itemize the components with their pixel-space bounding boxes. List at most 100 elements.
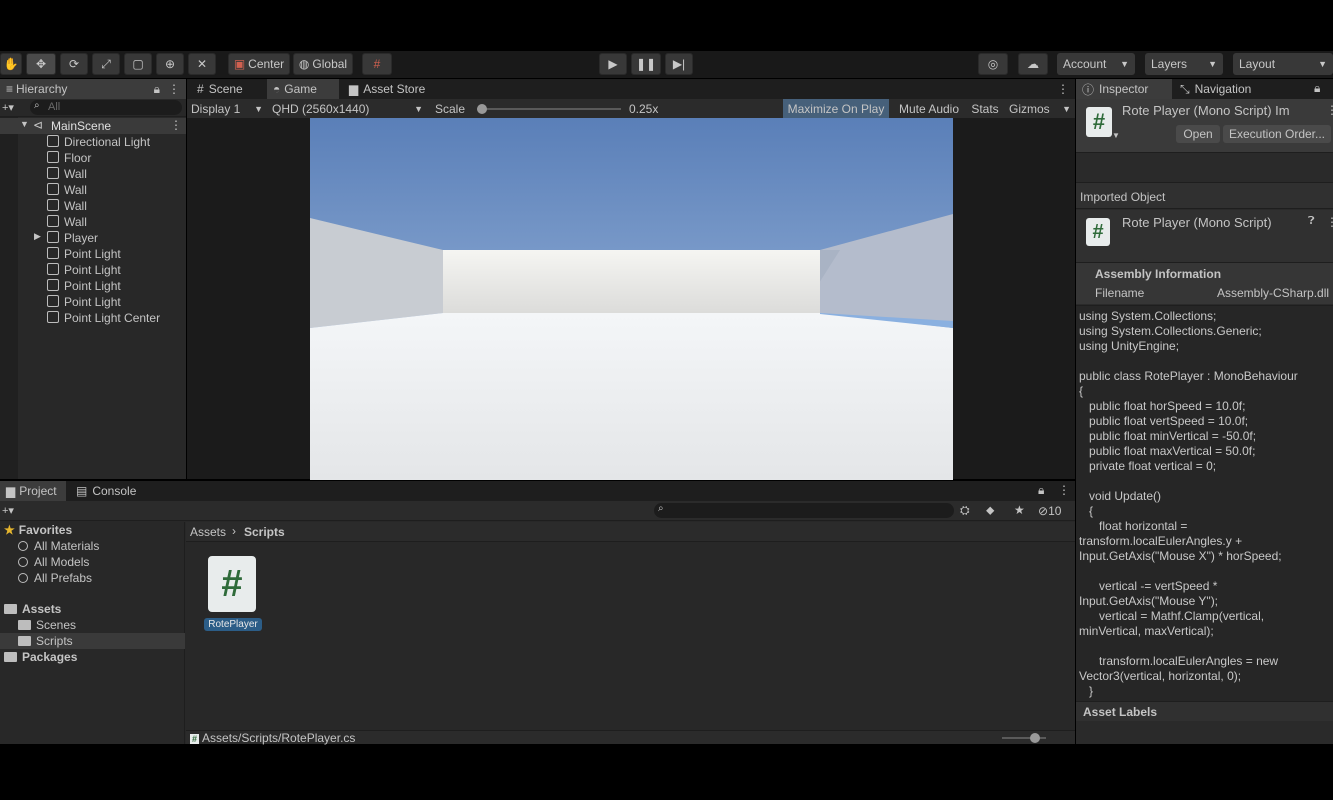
transform-tool-button[interactable]: ⊕ xyxy=(156,53,184,75)
hierarchy-item[interactable]: Point Light xyxy=(0,278,186,294)
hierarchy-item[interactable]: Wall xyxy=(0,198,186,214)
breadcrumb-assets[interactable]: Assets xyxy=(190,525,226,539)
add-dropdown-icon[interactable]: +▾ xyxy=(2,101,14,114)
favorite-item[interactable]: All Prefabs xyxy=(18,571,92,585)
star-icon: ★ xyxy=(4,523,15,537)
scene-row[interactable]: ▼ ⊲ MainScene ⋮ xyxy=(0,118,186,134)
snap-button[interactable]: # xyxy=(362,53,392,75)
hierarchy-item-label: Point Light xyxy=(64,279,121,293)
star-icon[interactable]: ★ xyxy=(1014,503,1025,517)
hierarchy-item[interactable]: Point Light xyxy=(0,294,186,310)
resolution-dropdown[interactable]: QHD (2560x1440) ▼ xyxy=(269,99,427,118)
scale-slider[interactable] xyxy=(477,104,621,114)
move-tool-button[interactable]: ✥ xyxy=(26,53,56,75)
open-button[interactable]: Open xyxy=(1176,125,1220,143)
hierarchy-item[interactable]: Directional Light xyxy=(0,134,186,150)
packages-folder-row[interactable]: Packages xyxy=(4,650,77,664)
kebab-menu-icon[interactable]: ⋮ xyxy=(168,82,180,96)
hierarchy-item[interactable]: Wall xyxy=(0,182,186,198)
play-button[interactable]: ▶ xyxy=(599,53,627,75)
tab-hierarchy[interactable]: ≡ Hierarchy 🔒︎ ⋮ xyxy=(0,79,186,99)
kebab-menu-icon[interactable]: ⋮ xyxy=(1326,103,1333,117)
tab-console[interactable]: ▤ Console xyxy=(70,481,146,501)
add-dropdown-icon[interactable]: +▾ xyxy=(2,504,14,517)
pivot-center-button[interactable]: ▣ Center xyxy=(228,53,290,75)
gizmos-dropdown[interactable]: Gizmos ▼ xyxy=(1005,99,1073,118)
layers-dropdown[interactable]: Layers ▼ xyxy=(1145,53,1223,75)
kebab-menu-icon[interactable]: ⋮ xyxy=(1326,215,1333,229)
lock-icon[interactable]: 🔒︎ xyxy=(1314,81,1320,96)
project-search-input[interactable]: ⌕ xyxy=(654,503,954,518)
game-render-view[interactable] xyxy=(310,118,953,480)
hidden-packages-toggle[interactable]: ⊘10 xyxy=(1038,504,1061,518)
hierarchy-item[interactable]: Point Light xyxy=(0,262,186,278)
layout-dropdown[interactable]: Layout ▼ xyxy=(1233,53,1333,75)
account-dropdown[interactable]: Account ▼ xyxy=(1057,53,1135,75)
hierarchy-search-input[interactable]: ⌕ All xyxy=(30,100,182,115)
display-dropdown[interactable]: Display 1 ▼ xyxy=(187,99,267,118)
assets-folder-row[interactable]: Assets xyxy=(4,602,61,616)
tag-icon[interactable]: ⬥ xyxy=(986,503,994,518)
unity-scene-icon: ⊲ xyxy=(33,118,44,132)
hierarchy-item[interactable]: ▶ Player xyxy=(0,230,186,246)
rotate-tool-button[interactable]: ⟳ xyxy=(60,53,88,75)
tab-game[interactable]: ◓ Game xyxy=(267,79,339,99)
kebab-menu-icon[interactable]: ⋮ xyxy=(1058,483,1070,497)
tab-scene[interactable]: # Scene xyxy=(191,79,267,99)
rect-tool-button[interactable]: ▢ xyxy=(124,53,152,75)
hand-tool-button[interactable]: ✋ xyxy=(0,53,22,75)
folder-scripts[interactable]: Scripts xyxy=(0,633,185,649)
pause-button[interactable]: ❚❚ xyxy=(631,53,661,75)
asset-tile-roteplayer[interactable]: # RotePlayer xyxy=(204,556,262,632)
maximize-on-play-toggle[interactable]: Maximize On Play xyxy=(783,99,889,118)
collab-button[interactable]: ◎ xyxy=(978,53,1008,75)
tab-navigation[interactable]: ⤡ Navigation xyxy=(1174,79,1274,99)
gameobject-cube-icon xyxy=(47,183,59,195)
lock-icon[interactable]: 🔒︎ xyxy=(1038,483,1044,498)
hierarchy-item[interactable]: Point Light xyxy=(0,246,186,262)
hierarchy-item[interactable]: Floor xyxy=(0,150,186,166)
cloud-button[interactable]: ☁ xyxy=(1018,53,1048,75)
gameobject-cube-icon xyxy=(47,167,59,179)
icon-size-slider-thumb[interactable] xyxy=(1030,733,1040,743)
filter-by-type-icon[interactable]: ⛭ xyxy=(960,503,970,518)
asset-labels-section[interactable]: Asset Labels xyxy=(1076,701,1333,721)
project-toolbar: +▾ ⌕ ⛭ ⬥ ★ ⊘10 xyxy=(0,501,1075,521)
kebab-menu-icon[interactable]: ⋮ xyxy=(1057,82,1069,96)
chevron-down-icon[interactable]: ▼ xyxy=(1112,131,1120,140)
chevron-right-icon: › xyxy=(232,524,236,538)
main-toolbar: ✋ ✥ ⟳ ⤢ ▢ ⊕ ✕ ▣ Center ◍ Global # ▶ ❚❚ ▶| … xyxy=(0,51,1333,78)
help-icon[interactable]: ❓︎ xyxy=(1308,215,1315,228)
tab-inspector[interactable]: ⓘ Inspector xyxy=(1076,79,1172,99)
favorite-item[interactable]: All Models xyxy=(18,555,89,569)
hierarchy-item[interactable]: Wall xyxy=(0,166,186,182)
expand-arrow-icon[interactable]: ▼ xyxy=(20,119,29,129)
hierarchy-item-label: Directional Light xyxy=(64,135,151,149)
tab-project[interactable]: ▆ Project xyxy=(0,481,66,501)
favorite-item[interactable]: All Materials xyxy=(18,539,99,553)
mute-audio-toggle[interactable]: Mute Audio xyxy=(893,99,965,118)
inspector-header: # ▼ Rote Player (Mono Script) Im ⋮ Open … xyxy=(1076,99,1333,153)
grid-snap-icon: # xyxy=(373,57,381,71)
favorites-row[interactable]: ★ Favorites xyxy=(4,523,72,537)
kebab-menu-icon[interactable]: ⋮ xyxy=(170,118,182,132)
expand-arrow-icon[interactable]: ▶ xyxy=(34,231,41,242)
globe-icon: ◍ xyxy=(298,57,310,71)
breadcrumb-scripts[interactable]: Scripts xyxy=(244,525,285,539)
hierarchy-item[interactable]: Point Light Center xyxy=(0,310,186,326)
stats-toggle[interactable]: Stats xyxy=(967,99,1003,118)
scale-slider-thumb[interactable] xyxy=(477,104,487,114)
hierarchy-item[interactable]: Wall xyxy=(0,214,186,230)
custom-tool-button[interactable]: ✕ xyxy=(188,53,216,75)
tab-asset-store[interactable]: ▆ Asset Store xyxy=(343,79,439,99)
execution-order-button[interactable]: Execution Order... xyxy=(1223,125,1331,143)
lock-icon[interactable]: 🔒︎ xyxy=(154,82,160,97)
icon-size-slider[interactable] xyxy=(1002,733,1046,743)
pivot-global-button[interactable]: ◍ Global xyxy=(293,53,353,75)
hierarchy-item-label: Wall xyxy=(64,167,87,181)
step-button[interactable]: ▶| xyxy=(665,53,693,75)
inspector-panel: ⓘ Inspector ⤡ Navigation 🔒︎ # ▼ Rote Playe… xyxy=(1076,79,1333,744)
search-icon: ⌕ xyxy=(658,503,664,514)
scale-tool-button[interactable]: ⤢ xyxy=(92,53,120,75)
chevron-down-icon: ▼ xyxy=(254,103,263,114)
